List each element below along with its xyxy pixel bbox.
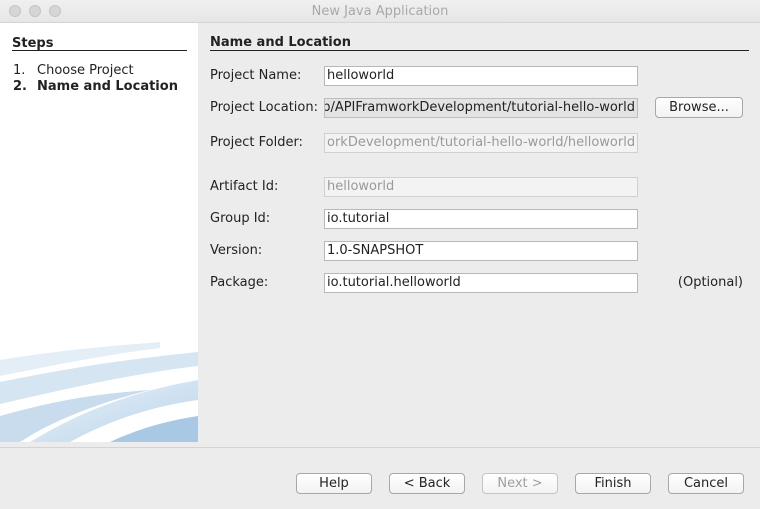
step-label: Choose Project: [37, 63, 134, 78]
help-button[interactable]: Help: [296, 473, 372, 494]
package-optional-hint: (Optional): [677, 275, 743, 290]
back-button[interactable]: < Back: [389, 473, 465, 494]
new-java-application-dialog: New Java Application Steps 1. Choose Proj…: [0, 0, 760, 509]
project-location-label: Project Location:: [210, 100, 318, 115]
group-id-field[interactable]: io.tutorial: [324, 209, 638, 229]
project-name-label: Project Name:: [210, 68, 302, 83]
section-title: Name and Location: [210, 35, 351, 50]
artifact-id-label: Artifact Id:: [210, 179, 279, 194]
window-title: New Java Application: [311, 4, 449, 19]
browse-button[interactable]: Browse...: [655, 97, 743, 118]
package-field[interactable]: io.tutorial.helloworld: [324, 273, 638, 293]
step-choose-project: 1. Choose Project: [13, 63, 134, 78]
next-button: Next >: [482, 473, 558, 494]
step-name-and-location: 2. Name and Location: [13, 79, 178, 94]
wizard-decoration-graphic: [0, 342, 198, 442]
step-number: 2.: [13, 79, 27, 94]
version-label: Version:: [210, 243, 263, 258]
title-bar: New Java Application: [0, 0, 760, 23]
group-id-label: Group Id:: [210, 211, 271, 226]
cancel-button[interactable]: Cancel: [668, 473, 744, 494]
project-location-field[interactable]: p/APIFramworkDevelopment/tutorial-hello-…: [324, 98, 638, 118]
package-label: Package:: [210, 275, 269, 290]
version-field[interactable]: 1.0-SNAPSHOT: [324, 241, 638, 261]
project-folder-field: orkDevelopment/tutorial-hello-world/hell…: [324, 133, 638, 153]
project-location-value: p/APIFramworkDevelopment/tutorial-hello-…: [324, 100, 635, 115]
step-number: 1.: [13, 63, 26, 78]
artifact-id-field: helloworld: [324, 177, 638, 197]
footer-divider: [0, 447, 760, 448]
steps-panel: Steps 1. Choose Project 2. Name and Locati…: [0, 23, 198, 442]
project-name-field[interactable]: helloworld: [324, 66, 638, 86]
section-divider: [210, 50, 749, 51]
name-and-location-panel: Name and Location Project Name: hellowor…: [198, 23, 760, 447]
finish-button[interactable]: Finish: [575, 473, 651, 494]
steps-divider: [12, 50, 187, 51]
project-folder-label: Project Folder:: [210, 135, 303, 150]
step-label: Name and Location: [37, 79, 178, 94]
steps-title: Steps: [12, 36, 54, 51]
